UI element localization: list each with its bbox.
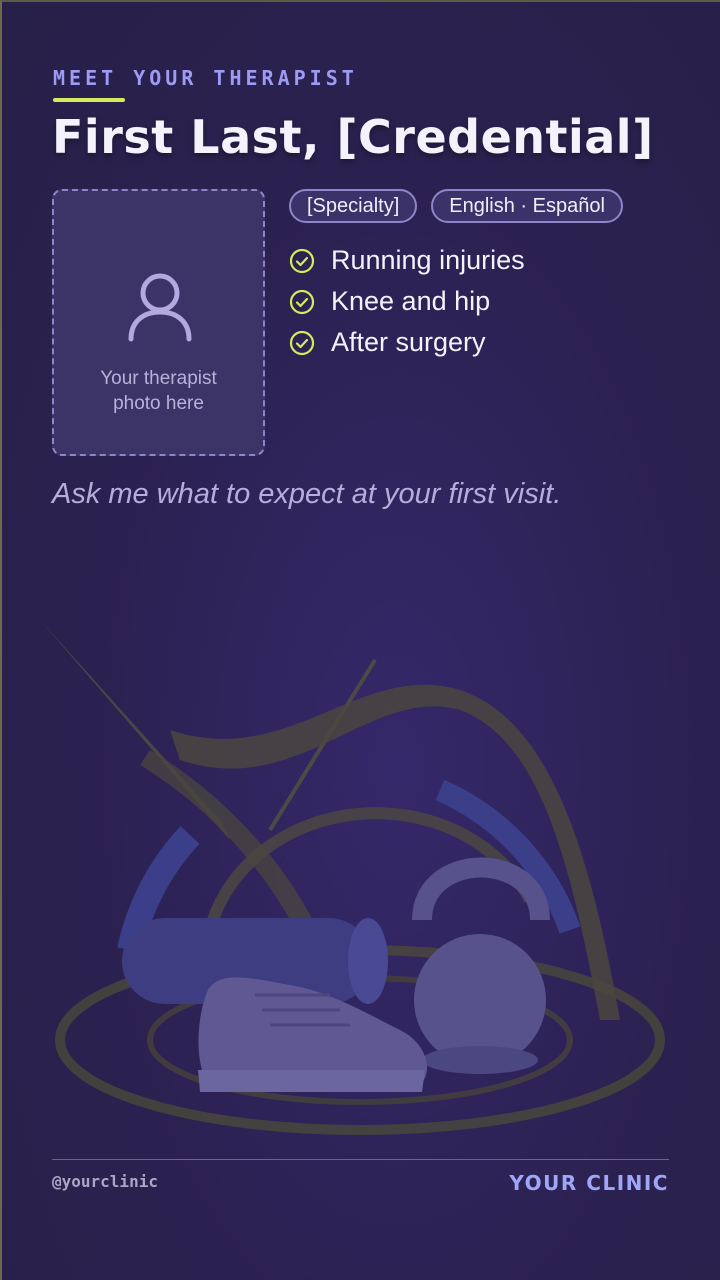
social-handle: @yourclinic	[52, 1172, 158, 1191]
specialty-chip: [Specialty]	[289, 189, 418, 223]
focus-area-item: Knee and hip	[289, 281, 525, 322]
check-circle-icon	[289, 289, 315, 314]
check-circle-icon	[289, 330, 315, 355]
check-circle-icon	[289, 248, 315, 273]
focus-area-label: After surgery	[331, 327, 486, 357]
tagline: Ask me what to expect at your first visi…	[52, 478, 562, 510]
focus-area-list: Running injuries Knee and hip After surg…	[289, 240, 525, 363]
eyebrow-label: MEET YOUR THERAPIST	[53, 66, 358, 90]
photo-placeholder: Your therapist photo here	[52, 189, 265, 456]
eyebrow-underline	[53, 98, 125, 102]
footer-divider	[52, 1159, 669, 1160]
focus-area-label: Running injuries	[331, 245, 525, 275]
chip-row: [Specialty] English · Español	[289, 189, 623, 223]
clinic-name: YOUR CLINIC	[509, 1171, 669, 1195]
language-chip: English · Español	[431, 189, 623, 223]
focus-area-item: After surgery	[289, 322, 525, 363]
photo-caption: Your therapist photo here	[54, 366, 263, 416]
photo-caption-line2: photo here	[113, 393, 204, 414]
focus-area-label: Knee and hip	[331, 286, 491, 316]
therapist-name-title: First Last, [Credential]	[52, 110, 654, 164]
user-icon	[128, 273, 192, 342]
fitness-equipment-illustration	[40, 620, 665, 1135]
photo-caption-line1: Your therapist	[100, 368, 217, 389]
focus-area-item: Running injuries	[289, 240, 525, 281]
